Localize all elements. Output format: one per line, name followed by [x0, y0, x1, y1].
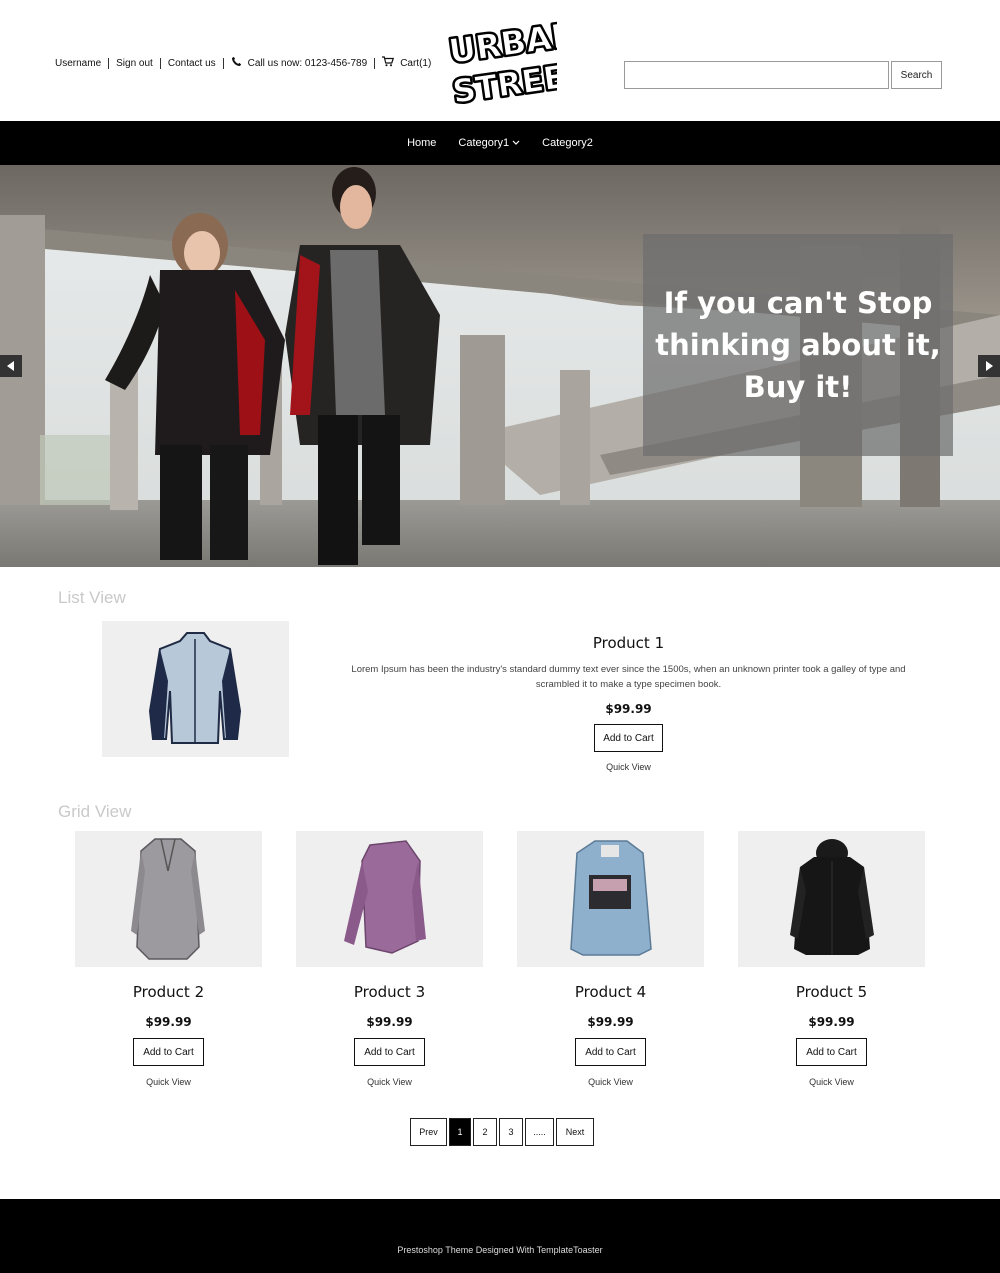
quick-view-link[interactable]: Quick View — [336, 762, 921, 772]
sweater-image — [344, 840, 426, 954]
product-price: $99.99 — [145, 1015, 192, 1029]
contact-us-link[interactable]: Contact us — [168, 58, 216, 69]
username-link[interactable]: Username — [55, 58, 101, 69]
add-to-cart-button[interactable]: Add to Cart — [594, 724, 663, 752]
cart-icon[interactable] — [382, 56, 395, 70]
search-input[interactable] — [624, 61, 889, 89]
site-header: Username Sign out Contact us Call us now… — [0, 0, 1000, 121]
top-links: Username Sign out Contact us Call us now… — [55, 56, 431, 70]
phone-number: Call us now: 0123-456-789 — [247, 57, 368, 69]
search-button[interactable]: Search — [891, 61, 942, 89]
denim-jacket-image — [570, 840, 652, 956]
chevron-down-icon — [512, 137, 520, 149]
product-card: Product 3 $99.99 Add to Cart Quick View — [296, 831, 483, 1087]
product-3-image[interactable] — [296, 831, 483, 967]
product-name[interactable]: Product 4 — [517, 983, 704, 1001]
nav-item-label: Category1 — [458, 137, 510, 149]
urban-street-logo[interactable]: URBAN URBAN STREET STREET — [444, 12, 591, 113]
site-footer: Prestoshop Theme Designed With TemplateT… — [0, 1199, 1000, 1273]
arrow-right-icon — [986, 361, 993, 371]
phone-icon — [231, 56, 242, 70]
footer-credit: Prestoshop Theme Designed With TemplateT… — [397, 1245, 603, 1255]
product-price: $99.99 — [808, 1015, 855, 1029]
add-to-cart-button[interactable]: Add to Cart — [133, 1038, 204, 1066]
nav-item-home[interactable]: Home — [407, 137, 436, 149]
product-price: $99.99 — [605, 702, 652, 716]
sign-out-link[interactable]: Sign out — [116, 58, 153, 69]
main-nav: Home Category1 Category2 — [0, 121, 1000, 165]
product-card: Product 4 $99.99 Add to Cart Quick View — [517, 831, 704, 1087]
pagination-ellipsis[interactable]: ..... — [525, 1118, 554, 1146]
quick-view-link[interactable]: Quick View — [75, 1077, 262, 1087]
quick-view-link[interactable]: Quick View — [738, 1077, 925, 1087]
nav-item-label: Category2 — [542, 137, 593, 149]
jacket-image — [148, 632, 242, 744]
cart-link[interactable]: Cart(1) — [400, 58, 431, 69]
pagination-page[interactable]: 3 — [499, 1118, 523, 1146]
product-name[interactable]: Product 2 — [75, 983, 262, 1001]
pagination-page[interactable]: 2 — [473, 1118, 497, 1146]
divider — [108, 57, 110, 69]
product-4-image[interactable] — [517, 831, 704, 967]
product-name[interactable]: Product 3 — [296, 983, 483, 1001]
add-to-cart-button[interactable]: Add to Cart — [575, 1038, 646, 1066]
hero-caption-text: If you can't Stop thinking about it, Buy… — [655, 286, 941, 404]
product-name[interactable]: Product 1 — [336, 634, 921, 652]
product-5-image[interactable] — [738, 831, 925, 967]
divider — [159, 57, 161, 69]
quick-view-link[interactable]: Quick View — [517, 1077, 704, 1087]
pagination-prev[interactable]: Prev — [410, 1118, 447, 1146]
product-description: Lorem Ipsum has been the industry's stan… — [351, 664, 906, 690]
grid-view-title: Grid View — [58, 802, 132, 821]
parka-image — [790, 839, 874, 955]
nav-item-category1[interactable]: Category1 — [458, 137, 520, 149]
add-to-cart-button[interactable]: Add to Cart — [354, 1038, 425, 1066]
product-price: $99.99 — [587, 1015, 634, 1029]
product-card: Product 2 $99.99 Add to Cart Quick View — [75, 831, 262, 1087]
product-1-image[interactable] — [102, 621, 289, 757]
product-card: Product 5 $99.99 Add to Cart Quick View — [738, 831, 925, 1087]
add-to-cart-button[interactable]: Add to Cart — [796, 1038, 867, 1066]
pagination-page[interactable]: 1 — [449, 1118, 471, 1146]
divider — [374, 57, 376, 69]
coat-image — [131, 838, 205, 960]
product-name[interactable]: Product 5 — [738, 983, 925, 1001]
product-price: $99.99 — [366, 1015, 413, 1029]
product-2-image[interactable] — [75, 831, 262, 967]
nav-item-label: Home — [407, 137, 437, 149]
slider-prev-button[interactable] — [0, 355, 22, 377]
nav-item-category2[interactable]: Category2 — [542, 137, 593, 149]
arrow-left-icon — [7, 361, 14, 371]
product-1-info: Product 1 Lorem Ipsum has been the indus… — [336, 634, 921, 772]
pagination: Prev 1 2 3 ..... Next — [410, 1118, 596, 1146]
hero-slider: If you can't Stop thinking about it, Buy… — [0, 165, 1000, 567]
list-view-title: List View — [58, 588, 126, 607]
quick-view-link[interactable]: Quick View — [296, 1077, 483, 1087]
hero-caption: If you can't Stop thinking about it, Buy… — [643, 234, 953, 456]
pagination-next[interactable]: Next — [556, 1118, 594, 1146]
slider-next-button[interactable] — [978, 355, 1000, 377]
divider — [222, 57, 224, 69]
